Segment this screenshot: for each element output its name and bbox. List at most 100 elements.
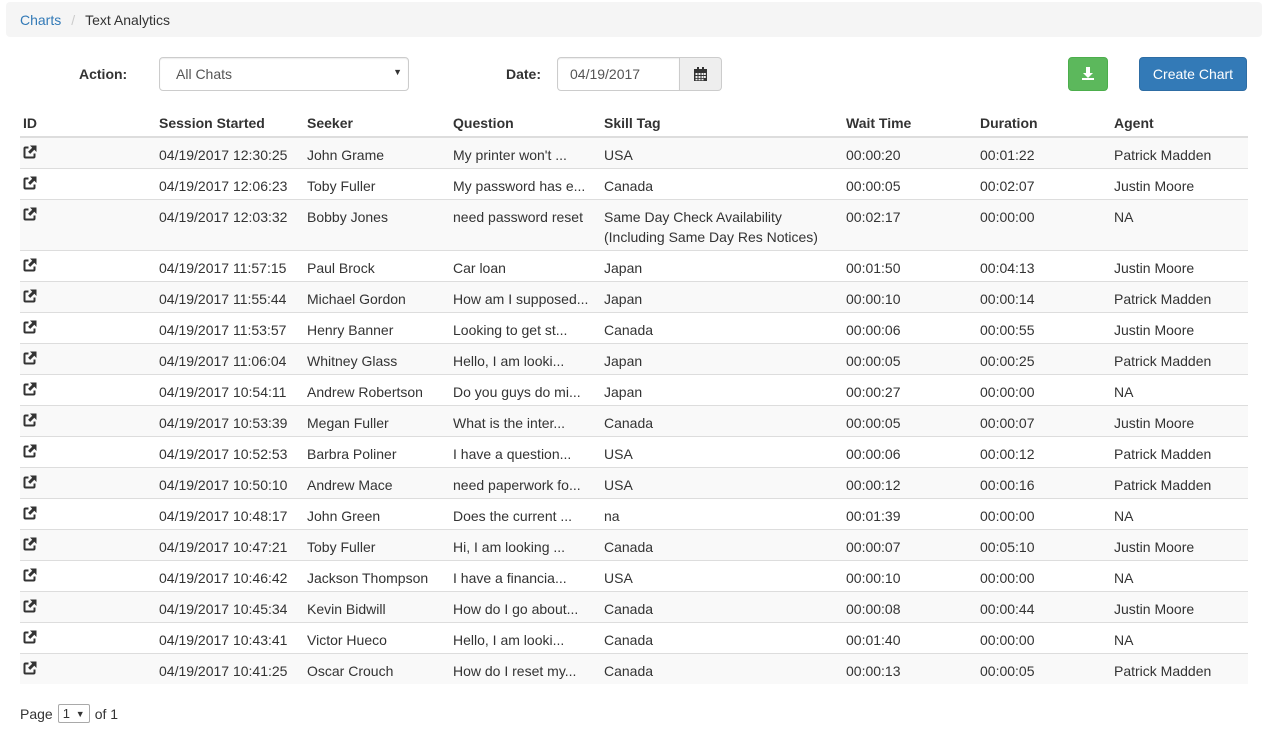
cell-id	[20, 342, 156, 374]
external-link-icon[interactable]	[23, 257, 37, 277]
column-header-agent[interactable]: Agent	[1111, 107, 1248, 138]
cell-question: How do I go about...	[450, 590, 601, 622]
external-link-icon[interactable]	[23, 598, 37, 618]
external-link-icon[interactable]	[23, 319, 37, 339]
external-link-icon[interactable]	[23, 567, 37, 587]
cell-id	[20, 136, 156, 168]
cell-session-started: 04/19/2017 10:54:11	[156, 373, 304, 405]
external-link-icon[interactable]	[23, 660, 37, 680]
external-link-icon[interactable]	[23, 412, 37, 432]
cell-id	[20, 559, 156, 591]
page-select[interactable]: 1 ▼	[57, 704, 90, 723]
table-row: 04/19/2017 12:03:32 Bobby Jones need passw…	[20, 198, 1248, 250]
cell-agent: Justin Moore	[1111, 528, 1248, 560]
cell-session-started: 04/19/2017 10:48:17	[156, 497, 304, 529]
cell-agent: Justin Moore	[1111, 311, 1248, 343]
cell-skill-tag: Canada	[601, 528, 843, 560]
cell-question: Hello, I am looki...	[450, 621, 601, 653]
cell-duration: 00:00:25	[977, 342, 1111, 374]
cell-wait-time: 00:01:40	[843, 621, 977, 653]
date-picker: 04/19/2017	[557, 57, 722, 91]
column-header-session-started[interactable]: Session Started	[156, 107, 304, 138]
cell-wait-time: 00:02:17	[843, 198, 977, 250]
calendar-button[interactable]	[680, 57, 722, 91]
cell-skill-tag: Canada	[601, 404, 843, 436]
page-suffix: of 1	[94, 705, 119, 722]
cell-wait-time: 00:00:07	[843, 528, 977, 560]
external-link-icon[interactable]	[23, 443, 37, 463]
cell-agent: NA	[1111, 497, 1248, 529]
cell-id	[20, 466, 156, 498]
cell-seeker: Toby Fuller	[304, 167, 450, 199]
external-link-icon[interactable]	[23, 175, 37, 195]
cell-wait-time: 00:00:27	[843, 373, 977, 405]
external-link-icon[interactable]	[23, 144, 37, 164]
calendar-icon	[694, 66, 707, 81]
cell-id	[20, 404, 156, 436]
date-input[interactable]: 04/19/2017	[557, 57, 680, 91]
cell-seeker: Megan Fuller	[304, 404, 450, 436]
cell-wait-time: 00:00:08	[843, 590, 977, 622]
external-link-icon[interactable]	[23, 288, 37, 308]
create-chart-button[interactable]: Create Chart	[1139, 57, 1247, 91]
external-link-icon[interactable]	[23, 381, 37, 401]
cell-id	[20, 590, 156, 622]
column-header-question[interactable]: Question	[450, 107, 601, 138]
cell-question: What is the inter...	[450, 404, 601, 436]
column-header-seeker[interactable]: Seeker	[304, 107, 450, 138]
column-header-id[interactable]: ID	[20, 107, 156, 138]
cell-session-started: 04/19/2017 12:30:25	[156, 136, 304, 168]
cell-duration: 00:02:07	[977, 167, 1111, 199]
cell-id	[20, 652, 156, 684]
chevron-down-icon: ▼	[75, 708, 85, 719]
cell-seeker: Paul Brock	[304, 249, 450, 281]
cell-duration: 00:00:16	[977, 466, 1111, 498]
cell-duration: 00:00:00	[977, 621, 1111, 653]
cell-seeker: Andrew Robertson	[304, 373, 450, 405]
cell-agent: NA	[1111, 559, 1248, 591]
cell-duration: 00:00:14	[977, 280, 1111, 312]
cell-wait-time: 00:00:10	[843, 559, 977, 591]
cell-session-started: 04/19/2017 11:53:57	[156, 311, 304, 343]
breadcrumb-link-charts[interactable]: Charts	[20, 12, 61, 28]
external-link-icon[interactable]	[23, 629, 37, 649]
cell-session-started: 04/19/2017 11:06:04	[156, 342, 304, 374]
breadcrumb-current: Text Analytics	[85, 11, 170, 28]
cell-agent: Justin Moore	[1111, 590, 1248, 622]
cell-question: How am I supposed...	[450, 280, 601, 312]
cell-id	[20, 280, 156, 312]
cell-question: Car loan	[450, 249, 601, 281]
column-header-skill-tag[interactable]: Skill Tag	[601, 107, 843, 138]
external-link-icon[interactable]	[23, 474, 37, 494]
cell-question: My printer won't ...	[450, 136, 601, 168]
cell-agent: Patrick Madden	[1111, 280, 1248, 312]
cell-agent: Justin Moore	[1111, 249, 1248, 281]
cell-wait-time: 00:01:39	[843, 497, 977, 529]
cell-session-started: 04/19/2017 12:06:23	[156, 167, 304, 199]
cell-agent: NA	[1111, 198, 1248, 250]
cell-skill-tag: USA	[601, 559, 843, 591]
cell-seeker: Barbra Poliner	[304, 435, 450, 467]
cell-session-started: 04/19/2017 11:55:44	[156, 280, 304, 312]
external-link-icon[interactable]	[23, 505, 37, 525]
table-row: 04/19/2017 10:41:25 Oscar Crouch How do I …	[20, 652, 1248, 684]
column-header-duration[interactable]: Duration	[977, 107, 1111, 138]
cell-skill-tag: Japan	[601, 373, 843, 405]
cell-id	[20, 311, 156, 343]
external-link-icon[interactable]	[23, 350, 37, 370]
cell-seeker: Toby Fuller	[304, 528, 450, 560]
table-row: 04/19/2017 10:43:41 Victor Hueco Hello, I …	[20, 621, 1248, 653]
external-link-icon[interactable]	[23, 206, 37, 226]
cell-seeker: Jackson Thompson	[304, 559, 450, 591]
external-link-icon[interactable]	[23, 536, 37, 556]
cell-wait-time: 00:00:20	[843, 136, 977, 168]
chevron-down-icon: ▼	[393, 67, 402, 77]
download-button[interactable]	[1068, 57, 1108, 91]
table-row: 04/19/2017 10:52:53 Barbra Poliner I have …	[20, 435, 1248, 467]
action-select[interactable]: All Chats ▼	[159, 57, 409, 91]
column-header-wait-time[interactable]: Wait Time	[843, 107, 977, 138]
table-row: 04/19/2017 12:06:23 Toby Fuller My passwor…	[20, 167, 1248, 199]
cell-wait-time: 00:00:05	[843, 404, 977, 436]
cell-session-started: 04/19/2017 10:45:34	[156, 590, 304, 622]
cell-skill-tag: Canada	[601, 311, 843, 343]
